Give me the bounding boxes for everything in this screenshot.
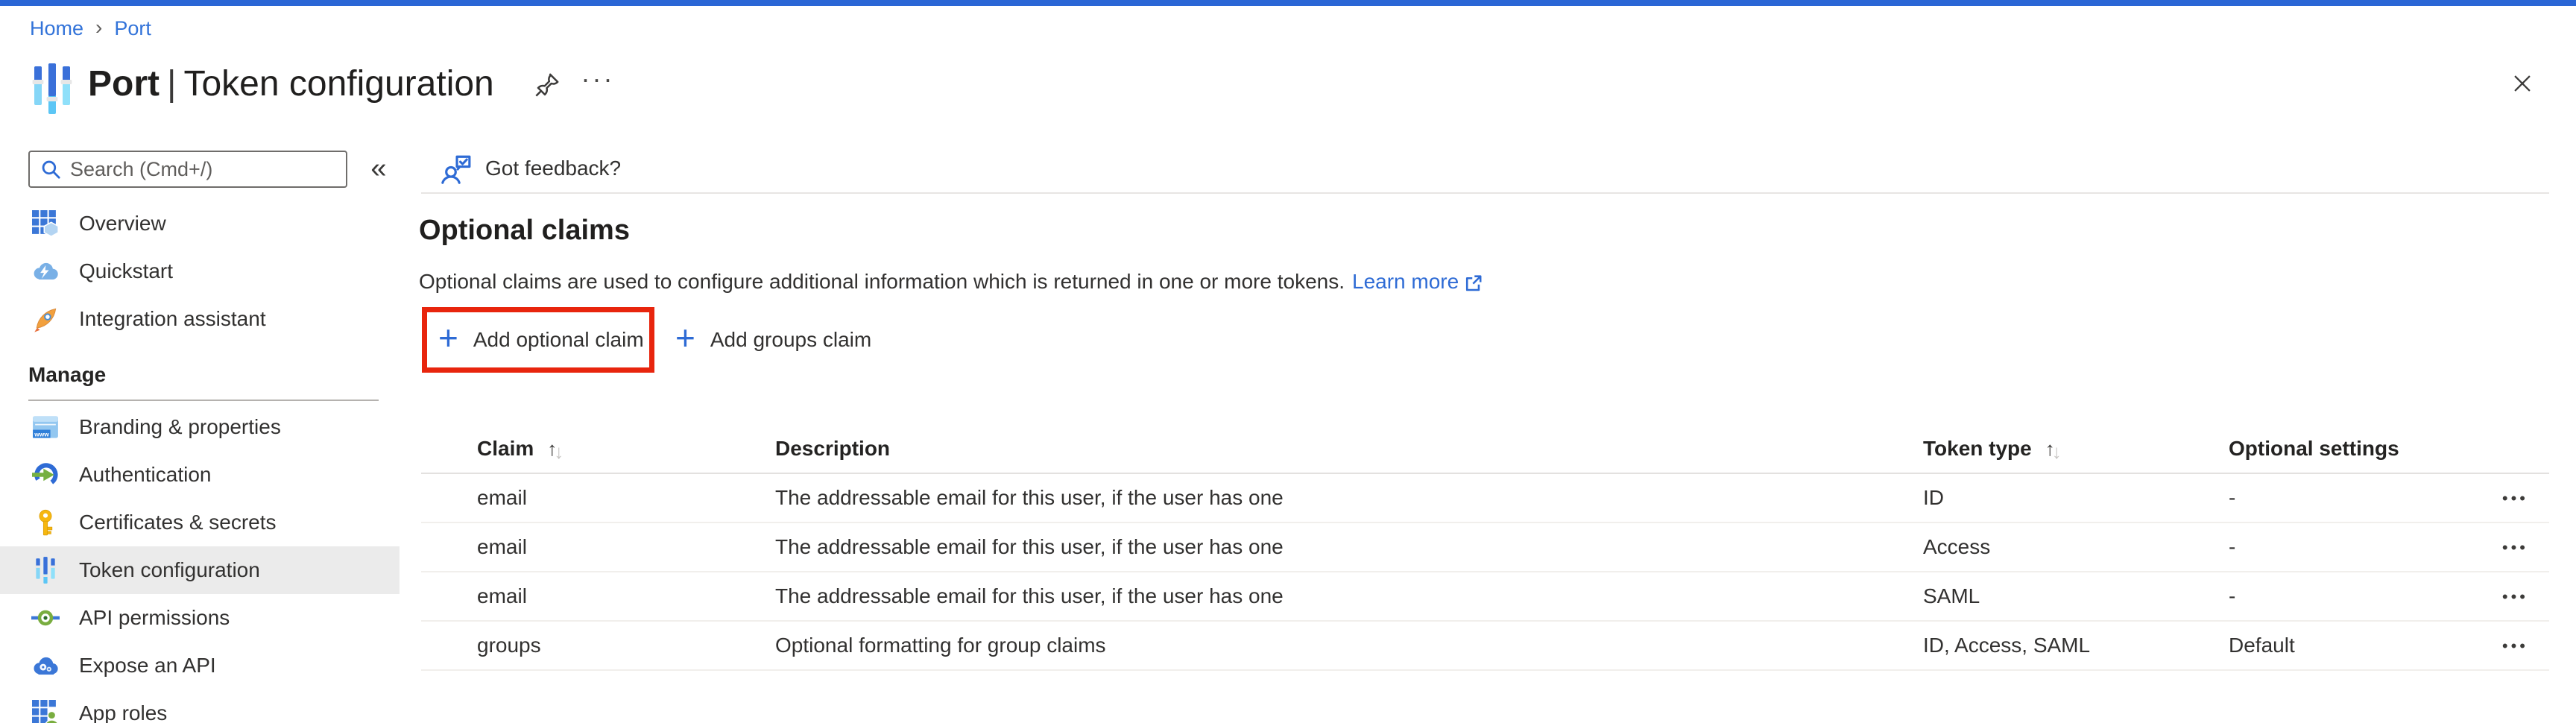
sidebar-section-divider — [28, 400, 379, 401]
sidebar-item-certificates-secrets[interactable]: Certificates & secrets — [0, 499, 400, 546]
breadcrumb-port-link[interactable]: Port — [114, 17, 151, 40]
cell-description: The addressable email for this user, if … — [775, 584, 1923, 608]
feedback-person-bubble-icon — [441, 153, 472, 184]
optional-claims-description: Optional claims are used to configure ad… — [419, 270, 1484, 294]
row-more-options-button[interactable]: ••• — [2502, 584, 2528, 610]
description-text: Optional claims are used to configure ad… — [419, 270, 1345, 294]
column-header-optional-settings: Optional settings — [2229, 437, 2490, 461]
search-input[interactable] — [69, 157, 346, 182]
sidebar-item-integration-assistant[interactable]: Integration assistant — [0, 295, 400, 343]
pin-blade-button[interactable] — [531, 69, 564, 101]
sidebar-item-authentication[interactable]: Authentication — [0, 451, 400, 499]
external-link-icon — [1462, 272, 1484, 294]
optional-claims-heading: Optional claims — [419, 215, 630, 247]
sidebar-item-label: Authentication — [79, 463, 211, 487]
sidebar-item-label: API permissions — [79, 606, 230, 630]
cell-token-type: ID, Access, SAML — [1923, 634, 2229, 657]
cell-optional-settings: Default — [2229, 634, 2490, 657]
cell-token-type: ID — [1923, 486, 2229, 510]
sidebar-item-app-roles[interactable]: App roles — [0, 689, 400, 723]
api-connector-icon — [31, 608, 60, 628]
row-more-options-button[interactable]: ••• — [2502, 535, 2528, 561]
breadcrumb-separator-icon: › — [95, 16, 102, 40]
cell-token-type: SAML — [1923, 584, 2229, 608]
sidebar-item-token-configuration[interactable]: Token configuration — [0, 546, 400, 594]
sign-in-arrow-icon — [31, 461, 60, 488]
sidebar-item-label: Branding & properties — [79, 415, 281, 439]
table-row: email The addressable email for this use… — [421, 474, 2549, 523]
sidebar-item-overview[interactable]: Overview — [0, 200, 400, 247]
breadcrumb: Home › Port — [30, 15, 151, 42]
sidebar-search — [28, 151, 347, 188]
sort-icons: ↑↓ — [2045, 438, 2062, 460]
sidebar-item-label: Expose an API — [79, 654, 216, 678]
cell-token-type: Access — [1923, 535, 2229, 559]
cell-claim: email — [477, 584, 775, 608]
plus-icon: + — [438, 321, 458, 355]
table-row: groups Optional formatting for group cla… — [421, 622, 2549, 671]
row-more-options-button[interactable]: ••• — [2502, 486, 2528, 511]
sidebar-item-label: App roles — [79, 701, 167, 723]
cloud-gears-icon — [31, 655, 60, 676]
got-feedback-label: Got feedback? — [485, 157, 621, 180]
column-header-description: Description — [775, 437, 1923, 461]
optional-claims-table: Claim↑↓ Description Token type↑↓ Optiona… — [421, 425, 2549, 671]
sidebar-item-label: Quickstart — [79, 259, 173, 283]
sidebar-item-api-permissions[interactable]: API permissions — [0, 594, 400, 642]
page-title: Port|Token configuration — [88, 55, 494, 113]
portal-top-bar — [0, 0, 2576, 6]
pin-icon — [532, 70, 562, 100]
close-blade-button[interactable] — [2506, 67, 2539, 100]
sidebar-section-manage: Manage — [28, 363, 106, 387]
cell-claim: email — [477, 486, 775, 510]
breadcrumb-home-link[interactable]: Home — [30, 17, 83, 40]
add-optional-claim-button[interactable]: + Add optional claim — [422, 307, 660, 373]
table-header-row: Claim↑↓ Description Token type↑↓ Optiona… — [421, 425, 2549, 474]
plus-icon: + — [675, 321, 695, 355]
sidebar-item-label: Overview — [79, 212, 166, 236]
page-title-app-name: Port — [88, 64, 160, 104]
table-row: email The addressable email for this use… — [421, 523, 2549, 572]
cloud-lightning-icon — [31, 262, 60, 281]
cell-claim: groups — [477, 634, 775, 657]
sidebar-item-expose-an-api[interactable]: Expose an API — [0, 642, 400, 689]
cell-description: The addressable email for this user, if … — [775, 535, 1923, 559]
cell-optional-settings: - — [2229, 535, 2490, 559]
cell-optional-settings: - — [2229, 486, 2490, 510]
search-icon — [40, 159, 61, 180]
overview-grid-cube-icon — [31, 210, 60, 237]
browser-window-www-icon: www — [31, 415, 60, 439]
got-feedback-button[interactable]: Got feedback? — [436, 149, 625, 188]
sort-icons: ↑↓ — [547, 438, 564, 460]
sidebar-item-label: Token configuration — [79, 558, 260, 582]
collapse-menu-button[interactable]: « — [359, 149, 398, 188]
table-row: email The addressable email for this use… — [421, 572, 2549, 622]
cell-claim: email — [477, 535, 775, 559]
page-title-blade-name: Token configuration — [183, 64, 493, 104]
key-icon — [31, 509, 60, 536]
page-title-separator: | — [160, 64, 183, 104]
sidebar-item-branding-properties[interactable]: www Branding & properties — [0, 403, 400, 451]
grid-person-icon — [31, 700, 60, 723]
add-groups-claim-button[interactable]: + Add groups claim — [659, 307, 888, 373]
command-bar-divider — [421, 192, 2549, 194]
sliders-icon — [31, 555, 60, 585]
sidebar-item-label: Integration assistant — [79, 307, 266, 331]
svg-text:www: www — [34, 430, 49, 438]
cell-description: Optional formatting for group claims — [775, 634, 1923, 657]
column-header-claim[interactable]: Claim↑↓ — [477, 437, 775, 461]
column-header-token-type[interactable]: Token type↑↓ — [1923, 437, 2229, 461]
close-icon — [2510, 71, 2535, 96]
app-registration-icon — [31, 60, 73, 121]
sidebar-item-quickstart[interactable]: Quickstart — [0, 247, 400, 295]
row-more-options-button[interactable]: ••• — [2502, 634, 2528, 659]
rocket-icon — [31, 306, 60, 332]
cell-description: The addressable email for this user, if … — [775, 486, 1923, 510]
cell-optional-settings: - — [2229, 584, 2490, 608]
learn-more-link[interactable]: Learn more — [1352, 270, 1484, 294]
sidebar-item-label: Certificates & secrets — [79, 511, 277, 534]
azure-portal-token-configuration-blade: Home › Port Port|Token configuration ··· — [0, 0, 2576, 723]
header-more-options-button[interactable]: ··· — [577, 58, 619, 100]
